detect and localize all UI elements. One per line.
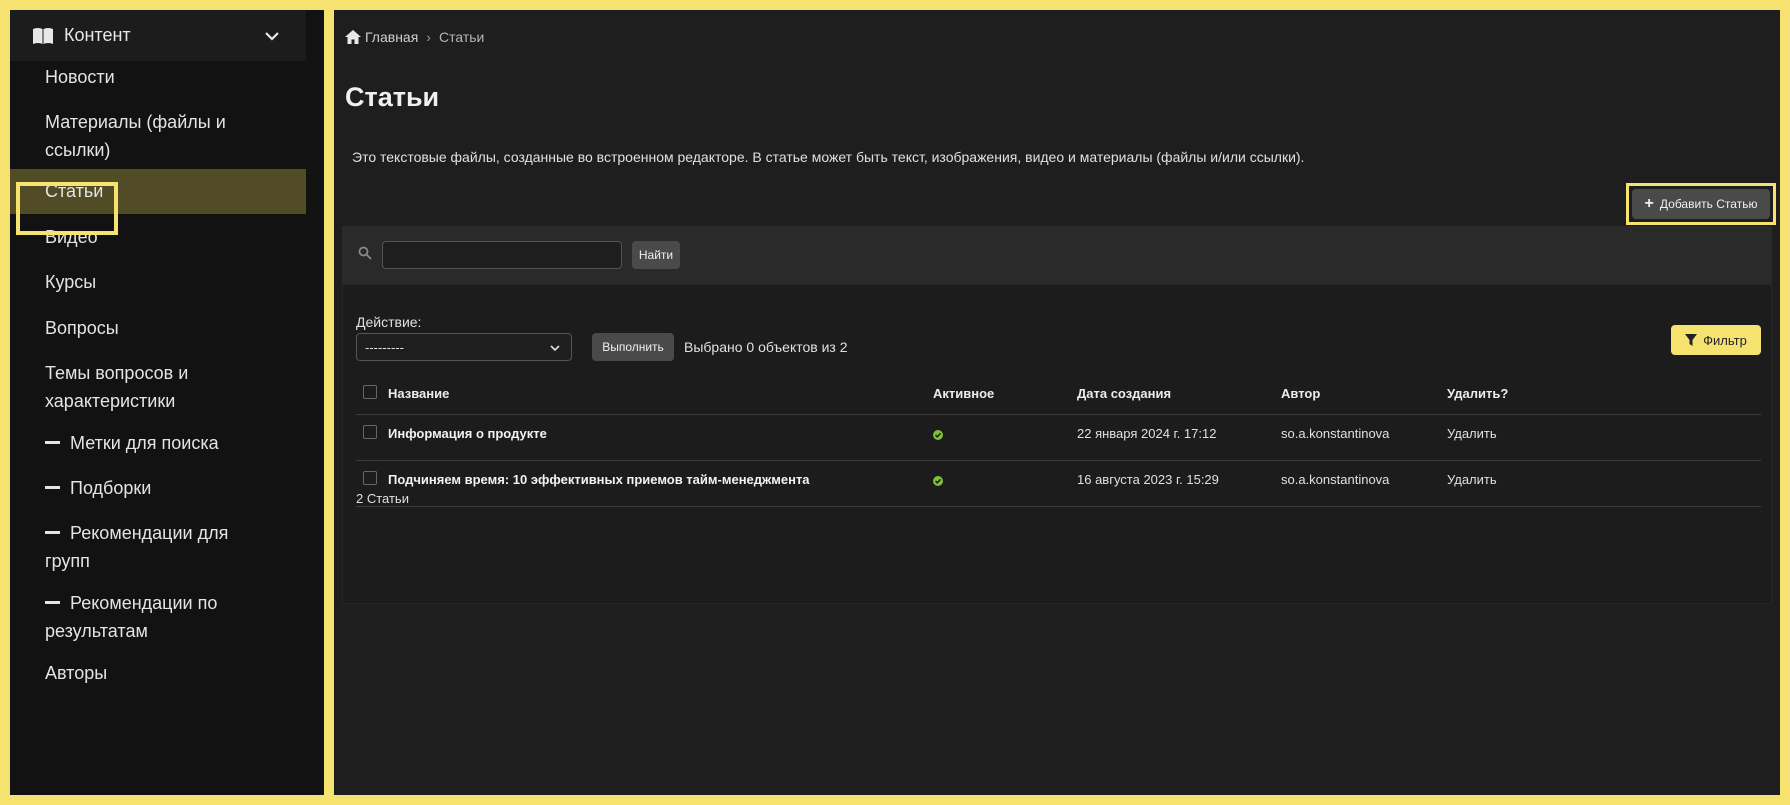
breadcrumb: Главная › Статьи	[345, 29, 484, 45]
sidebar-section-content[interactable]: Контент	[10, 10, 306, 61]
search-input[interactable]	[382, 241, 622, 269]
filter-icon	[1685, 334, 1698, 346]
dash-icon	[45, 485, 60, 489]
filter-button-label: Фильтр	[1703, 332, 1747, 348]
table-row: Информация о продукте 22 января 2024 г. …	[356, 415, 1761, 461]
home-icon	[345, 30, 361, 44]
page-description: Это текстовые файлы, созданные во встрое…	[352, 149, 1305, 165]
action-select-value: ---------	[365, 340, 404, 355]
action-label: Действие:	[356, 314, 422, 330]
search-bar: Найти	[342, 226, 1772, 284]
breadcrumb-separator: ›	[426, 29, 431, 45]
sidebar-item-label: Курсы	[45, 272, 97, 292]
delete-link[interactable]: Удалить	[1447, 426, 1497, 441]
breadcrumb-current: Статьи	[438, 29, 485, 45]
book-icon	[33, 27, 53, 44]
sidebar-item-questions[interactable]: Вопросы	[10, 314, 306, 342]
main-content: Главная › Статьи Статьи Это текстовые фа…	[334, 10, 1780, 795]
filter-button[interactable]: Фильтр	[1671, 325, 1761, 355]
breadcrumb-home-link[interactable]: Главная	[365, 29, 418, 45]
table-header-row: Название Активное Дата создания Автор Уд…	[356, 378, 1761, 415]
row-checkbox[interactable]	[363, 471, 377, 485]
sidebar-item-label: Материалы (файлы и ссылки)	[45, 112, 226, 160]
sidebar-item-news[interactable]: Новости	[10, 63, 306, 91]
check-circle-icon	[933, 430, 943, 440]
column-header-name[interactable]: Название	[388, 386, 449, 401]
results-panel: Действие: --------- Выполнить Выбрано 0 …	[342, 284, 1772, 604]
sidebar-item-result-recommendations[interactable]: Рекомендации по результатам	[10, 589, 260, 645]
plus-icon: +	[1644, 195, 1654, 212]
dash-icon	[45, 440, 60, 444]
article-name-link[interactable]: Подчиняем время: 10 эффективных приемов …	[388, 472, 810, 487]
created-date: 22 января 2024 г. 17:12	[1077, 426, 1217, 441]
column-header-delete: Удалить?	[1447, 386, 1509, 401]
sidebar-item-label: Рекомендации для групп	[45, 523, 229, 571]
sidebar-item-label: Метки для поиска	[70, 433, 219, 453]
check-circle-icon	[933, 476, 943, 486]
sidebar-scrollbar[interactable]	[306, 10, 324, 795]
created-date: 16 августа 2023 г. 15:29	[1077, 472, 1219, 487]
author-name: so.a.konstantinova	[1281, 472, 1390, 487]
sidebar-item-label: Темы вопросов и характеристики	[45, 363, 189, 411]
sidebar-item-label: Вопросы	[45, 318, 119, 338]
column-header-created[interactable]: Дата создания	[1077, 386, 1171, 401]
selected-count-text: Выбрано 0 объектов из 2	[684, 339, 848, 355]
search-button[interactable]: Найти	[632, 241, 680, 269]
dash-icon	[45, 600, 60, 604]
sidebar-item-label: Новости	[45, 67, 115, 87]
action-select[interactable]: ---------	[356, 333, 572, 361]
column-header-active[interactable]: Активное	[933, 386, 994, 401]
sidebar-item-question-topics[interactable]: Темы вопросов и характеристики	[10, 359, 240, 415]
add-article-label: Добавить Статью	[1659, 197, 1758, 211]
select-all-checkbox[interactable]	[363, 385, 377, 399]
highlight-frame-articles	[16, 182, 118, 235]
sidebar-section-label: Контент	[64, 25, 131, 45]
dash-icon	[45, 530, 60, 534]
sidebar-item-search-tags[interactable]: Метки для поиска	[10, 429, 306, 457]
sidebar-item-authors[interactable]: Авторы	[10, 659, 306, 687]
sidebar: Контент Новости Материалы (файлы и ссылк…	[10, 10, 324, 795]
sidebar-item-label: Рекомендации по результатам	[45, 593, 218, 641]
sidebar-item-courses[interactable]: Курсы	[10, 268, 306, 296]
sidebar-item-group-recommendations[interactable]: Рекомендации для групп	[10, 519, 260, 575]
chevron-down-icon[interactable]	[264, 28, 280, 44]
sidebar-item-collections[interactable]: Подборки	[10, 474, 306, 502]
run-action-button[interactable]: Выполнить	[592, 333, 674, 361]
search-icon	[358, 246, 372, 260]
add-article-button[interactable]: + Добавить Статью	[1632, 189, 1770, 219]
column-header-author[interactable]: Автор	[1281, 386, 1320, 401]
page-title: Статьи	[345, 82, 440, 112]
author-name: so.a.konstantinova	[1281, 426, 1390, 441]
chevron-down-icon	[550, 345, 560, 352]
row-checkbox[interactable]	[363, 425, 377, 439]
sidebar-item-materials[interactable]: Материалы (файлы и ссылки)	[10, 108, 250, 164]
table-row: Подчиняем время: 10 эффективных приемов …	[356, 461, 1761, 507]
sidebar-item-label: Подборки	[70, 478, 152, 498]
delete-link[interactable]: Удалить	[1447, 472, 1497, 487]
sidebar-item-label: Авторы	[45, 663, 108, 683]
results-count: 2 Статьи	[356, 491, 409, 506]
article-name-link[interactable]: Информация о продукте	[388, 426, 547, 441]
